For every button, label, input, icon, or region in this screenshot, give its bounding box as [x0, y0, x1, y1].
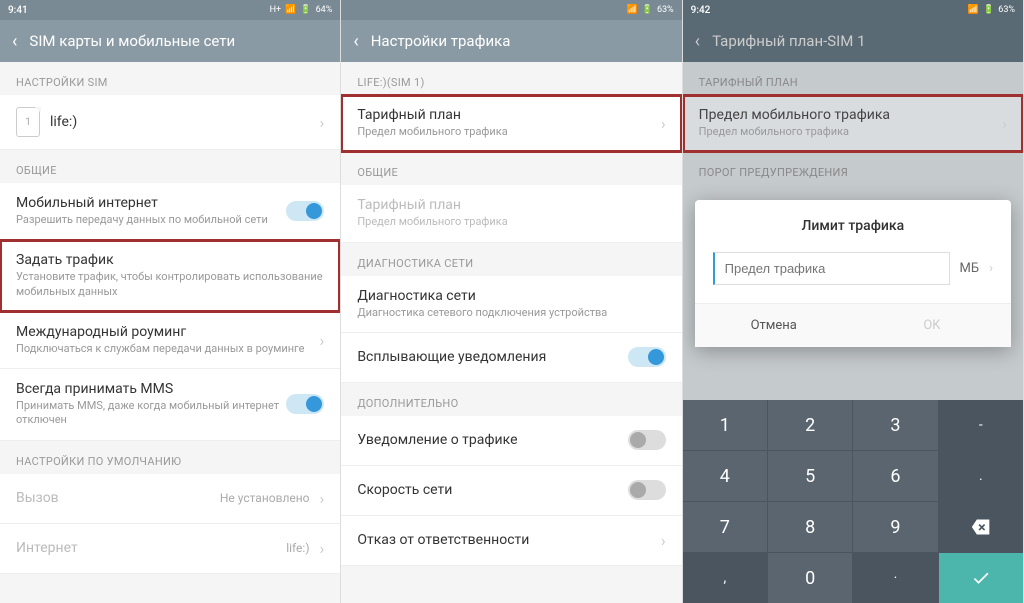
popup-toggle[interactable]	[628, 347, 666, 367]
notify-toggle[interactable]	[628, 430, 666, 450]
traffic-limit-input[interactable]	[713, 252, 950, 285]
mms-row[interactable]: Всегда принимать MMS Принимать MMS, даже…	[0, 369, 340, 441]
internet-default-row[interactable]: Интернет life:) ›	[0, 524, 340, 574]
key-9[interactable]: 9	[853, 502, 937, 552]
key-middot[interactable]: ·	[853, 553, 937, 603]
key-2[interactable]: 2	[768, 400, 852, 450]
status-indicators: 📶 🔋 63%	[627, 5, 674, 15]
chevron-right-icon: ›	[661, 114, 666, 133]
status-time: 9:41	[8, 5, 28, 16]
tariff-plan-row[interactable]: Тарифный план Предел мобильного трафика …	[341, 95, 681, 152]
section-sim: НАСТРОЙКИ SIM	[0, 62, 340, 95]
unit-label[interactable]: МБ	[960, 261, 980, 276]
status-bar: 9:42 📶 🔋 63%	[683, 0, 1023, 20]
section-warning: ПОРОГ ПРЕДУПРЕЖДЕНИЯ	[683, 152, 1023, 185]
status-indicators: H+ 📶 🔋 64%	[270, 5, 333, 15]
mobile-traffic-limit-row[interactable]: Предел мобильного трафика Предел мобильн…	[683, 95, 1023, 152]
chevron-right-icon: ›	[661, 531, 666, 550]
chevron-right-icon: ›	[1002, 114, 1007, 133]
key-1[interactable]: 1	[683, 400, 767, 450]
status-bar: 9:41 H+ 📶 🔋 64%	[0, 0, 340, 20]
chevron-right-icon: ›	[320, 489, 325, 508]
page-title: Тарифный план-SIM 1	[712, 32, 865, 50]
key-confirm[interactable]	[939, 553, 1023, 603]
call-row[interactable]: Вызов Не установлено ›	[0, 474, 340, 524]
section-general: ОБЩИЕ	[0, 150, 340, 183]
status-time: 9:42	[691, 5, 711, 16]
key-7[interactable]: 7	[683, 502, 767, 552]
key-6[interactable]: 6	[853, 451, 937, 501]
page-title: Настройки трафика	[371, 32, 511, 50]
key-comma[interactable]: ,	[683, 553, 767, 603]
chevron-right-icon: ›	[320, 113, 325, 132]
traffic-notification-row[interactable]: Уведомление о трафике	[341, 416, 681, 466]
traffic-limit-dialog: Лимит трафика МБ › Отмена OK	[695, 200, 1011, 347]
mobile-internet-row[interactable]: Мобильный интернет Разрешить передачу да…	[0, 183, 340, 240]
cancel-button[interactable]: Отмена	[695, 304, 853, 347]
back-icon[interactable]: ‹	[12, 31, 17, 52]
chevron-right-icon: ›	[320, 331, 325, 350]
ok-button[interactable]: OK	[853, 304, 1011, 347]
section-extra: ДОПОЛНИТЕЛЬНО	[341, 383, 681, 416]
key-8[interactable]: 8	[768, 502, 852, 552]
back-icon[interactable]: ‹	[353, 31, 358, 52]
dialog-title: Лимит трафика	[695, 200, 1011, 252]
key-backspace[interactable]	[939, 502, 1023, 552]
tariff-general-row[interactable]: Тарифный план Предел мобильного трафика	[341, 185, 681, 242]
roaming-row[interactable]: Международный роуминг Подключаться к слу…	[0, 312, 340, 369]
screen-sim-settings: 9:41 H+ 📶 🔋 64% ‹ SIM карты и мобильные …	[0, 0, 341, 603]
section-life: LIFE:)(SIM 1)	[341, 62, 681, 95]
section-diag: ДИАГНОСТИКА СЕТИ	[341, 243, 681, 276]
sim-name: life:)	[50, 114, 77, 130]
speed-toggle[interactable]	[628, 480, 666, 500]
section-default: НАСТРОЙКИ ПО УМОЛЧАНИЮ	[0, 441, 340, 474]
numeric-keyboard: 1 2 3 - 4 5 6 . 7 8 9 , 0 ·	[683, 400, 1023, 603]
screen-tariff-plan: 9:42 📶 🔋 63% ‹ Тарифный план-SIM 1 ТАРИФ…	[683, 0, 1024, 603]
header: ‹ SIM карты и мобильные сети	[0, 20, 340, 62]
status-bar: 📶 🔋 63%	[341, 0, 681, 20]
key-3[interactable]: 3	[853, 400, 937, 450]
screen-traffic-settings: 📶 🔋 63% ‹ Настройки трафика LIFE:)(SIM 1…	[341, 0, 682, 603]
sim-row[interactable]: 1 life:) ›	[0, 95, 340, 150]
key-minus[interactable]: -	[939, 400, 1023, 450]
key-0[interactable]: 0	[768, 553, 852, 603]
back-icon[interactable]: ‹	[695, 31, 700, 52]
header: ‹ Настройки трафика	[341, 20, 681, 62]
mms-toggle[interactable]	[286, 394, 324, 414]
set-traffic-row[interactable]: Задать трафик Установите трафик, чтобы к…	[0, 240, 340, 312]
chevron-right-icon: ›	[989, 261, 993, 276]
header: ‹ Тарифный план-SIM 1	[683, 20, 1023, 62]
key-dot[interactable]: .	[939, 451, 1023, 501]
sim-icon: 1	[16, 107, 40, 137]
mobile-internet-toggle[interactable]	[286, 201, 324, 221]
key-4[interactable]: 4	[683, 451, 767, 501]
section-general: ОБЩИЕ	[341, 152, 681, 185]
network-speed-row[interactable]: Скорость сети	[341, 466, 681, 516]
section-tariff: ТАРИФНЫЙ ПЛАН	[683, 62, 1023, 95]
diagnostics-row[interactable]: Диагностика сети Диагностика сетевого по…	[341, 276, 681, 333]
key-5[interactable]: 5	[768, 451, 852, 501]
status-indicators: 📶 🔋 63%	[968, 5, 1015, 15]
disclaimer-row[interactable]: Отказ от ответственности ›	[341, 516, 681, 566]
popup-notifications-row[interactable]: Всплывающие уведомления	[341, 333, 681, 383]
chevron-right-icon: ›	[320, 539, 325, 558]
page-title: SIM карты и мобильные сети	[29, 32, 235, 50]
